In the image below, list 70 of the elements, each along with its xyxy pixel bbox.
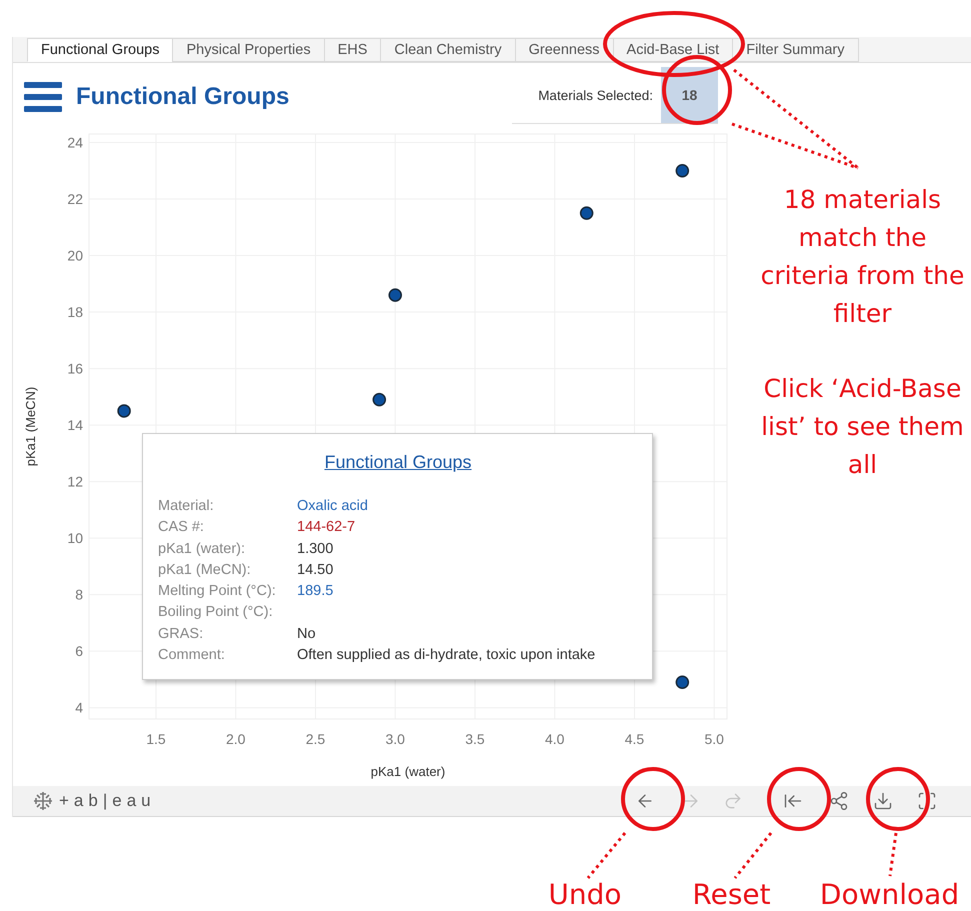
share-icon: [829, 791, 849, 811]
annotation-note: 18 materials match the criteria from the filter: [760, 184, 966, 330]
y-tick-label: 20: [67, 248, 83, 264]
tooltip-label: Material:: [158, 497, 215, 516]
y-tick-label: 16: [67, 360, 83, 377]
selection-label: Materials Selected:: [537, 86, 654, 104]
leader-line: [734, 832, 772, 879]
tooltip-label: Comment:: [158, 646, 226, 666]
data-point[interactable]: [388, 288, 402, 302]
y-tick-label: 12: [67, 474, 83, 490]
annotation-label: Undo: [547, 878, 623, 911]
tooltip-label: Boiling Point (°C):: [158, 603, 274, 622]
tooltip-title[interactable]: Functional Groups: [158, 452, 638, 473]
y-axis-title: pKa1 (MeCN): [23, 386, 38, 466]
tab[interactable]: Greenness: [514, 38, 614, 62]
tooltip-value: No: [297, 624, 317, 644]
y-tick-label: 8: [75, 586, 83, 603]
y-tick-label: 22: [67, 191, 83, 207]
tooltip-value: 189.5: [297, 582, 334, 602]
y-tick-label: 4: [75, 700, 83, 716]
leader-line: [888, 832, 898, 876]
fullscreen-icon: [917, 791, 937, 811]
x-tick-label: 4.5: [624, 731, 644, 747]
tooltip-label: GRAS:: [158, 624, 204, 644]
tooltip-label: pKa1 (MeCN):: [158, 560, 252, 580]
tab[interactable]: EHS: [324, 38, 382, 62]
y-tick-label: 18: [67, 304, 83, 320]
y-tick-label: 24: [67, 134, 83, 150]
dashboard-title: Functional Groups: [76, 83, 290, 111]
data-point[interactable]: [580, 206, 594, 220]
tab[interactable]: Acid-Base List: [612, 38, 734, 62]
annotation-circle: [621, 767, 685, 831]
tooltip-value: Oxalic acid: [297, 497, 369, 516]
tooltip-label: CAS #:: [158, 518, 205, 538]
data-point[interactable]: [676, 164, 690, 178]
annotation-circle: [767, 767, 831, 831]
data-point[interactable]: [372, 392, 386, 406]
annotation-circle: [866, 767, 930, 831]
x-tick-label: 2.5: [306, 731, 326, 747]
x-tick-label: 2.0: [226, 731, 246, 747]
y-tick-label: 6: [75, 643, 83, 660]
annotation-label: Reset: [691, 878, 772, 911]
tab[interactable]: Clean Chemistry: [380, 38, 516, 62]
tab[interactable]: Physical Properties: [172, 38, 325, 62]
tooltip-value: 144-62-7: [297, 518, 356, 538]
logo-icon: [33, 791, 53, 811]
tooltip-label: Melting Point (°C):: [158, 582, 277, 602]
x-tick-label: 1.5: [146, 731, 166, 747]
y-tick-label: 14: [67, 417, 83, 434]
x-tick-label: 3.0: [386, 731, 405, 747]
x-tick-label: 4.0: [545, 731, 564, 747]
tooltip-label: pKa1 (water):: [158, 540, 246, 559]
tooltip-value: Often supplied as di-hydrate, toxic upon intake: [297, 646, 596, 666]
leader-line: [586, 832, 626, 879]
annotation-label: Download: [818, 878, 960, 911]
tooltip-value: 14.50: [297, 560, 334, 580]
replay-icon: [723, 791, 743, 811]
data-point[interactable]: [676, 676, 690, 689]
tooltip-value: 1.300: [297, 540, 334, 559]
x-axis-title: pKa1 (water): [370, 764, 446, 779]
data-point[interactable]: [117, 404, 131, 418]
download-icon: [873, 791, 893, 811]
menu-icon[interactable]: [24, 82, 62, 112]
annotation-note: Click ‘Acid-Base list’ to see them all: [760, 373, 965, 481]
y-tick-label: 10: [67, 530, 83, 546]
logo-wordmark: +ab|eau: [59, 791, 156, 811]
tab[interactable]: Functional Groups: [27, 38, 174, 62]
x-tick-label: 5.0: [704, 731, 724, 747]
tab[interactable]: Filter Summary: [732, 38, 859, 62]
x-tick-label: 3.5: [465, 731, 485, 747]
